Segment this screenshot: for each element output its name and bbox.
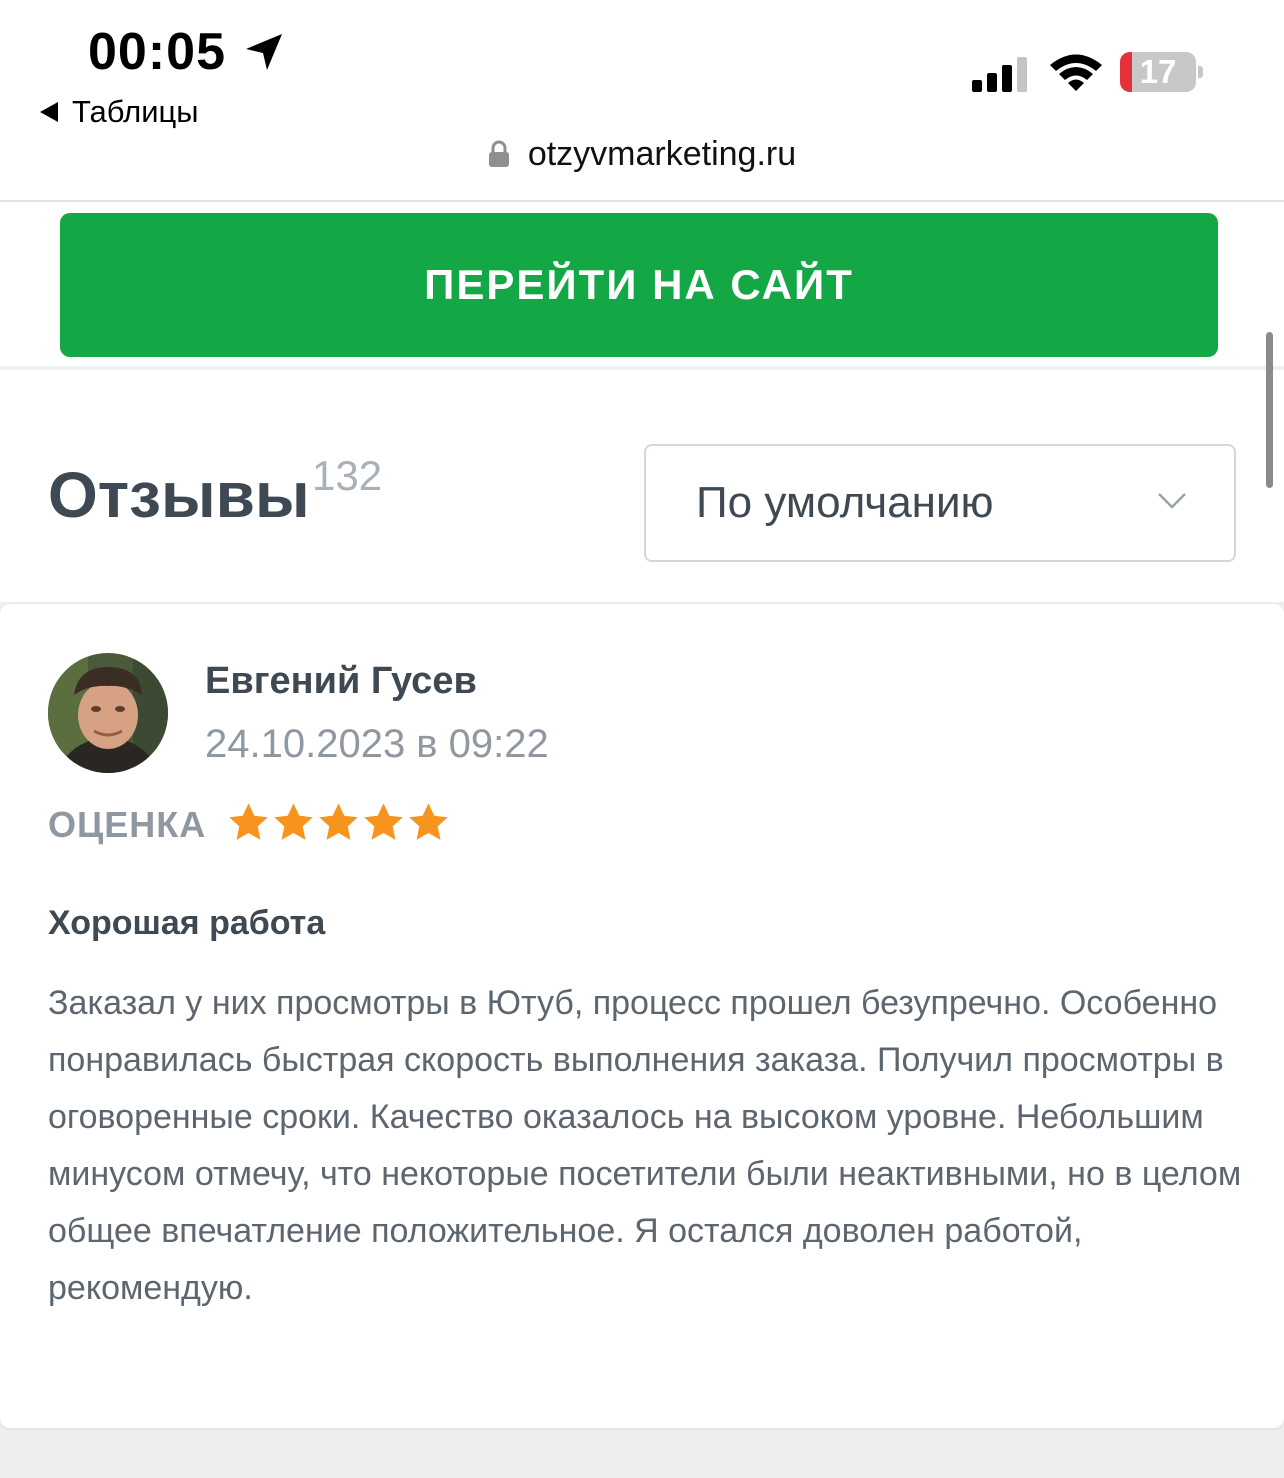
reviews-title: Отзывы — [48, 459, 310, 531]
back-to-app-button[interactable]: Таблицы — [38, 94, 199, 130]
review-date: 24.10.2023 в 09:22 — [205, 722, 549, 766]
rating-stars — [226, 800, 451, 850]
star-icon — [409, 803, 448, 840]
avatar-photo — [48, 653, 168, 773]
star-icon — [319, 803, 358, 840]
star-icon — [364, 803, 403, 840]
avatar — [48, 653, 168, 773]
header-divider — [0, 200, 1284, 202]
battery-icon: 17 — [1120, 52, 1196, 92]
address-bar[interactable]: otzyvmarketing.ru — [0, 128, 1284, 180]
url-text: otzyvmarketing.ru — [527, 134, 797, 173]
battery-cap — [1198, 66, 1203, 78]
wifi-icon — [1050, 54, 1102, 91]
rating-label: ОЦЕНКА — [48, 804, 207, 845]
sort-selected-value: По умолчанию — [696, 478, 994, 527]
scrollbar[interactable] — [1266, 332, 1273, 488]
back-triangle-icon — [40, 102, 58, 122]
star-icon — [274, 803, 313, 840]
lock-icon — [488, 140, 509, 167]
status-bar: 00:05 Таблицы 17 — [0, 0, 1284, 135]
star-icon — [229, 803, 268, 840]
review-title: Хорошая работа — [48, 904, 326, 942]
back-app-label: Таблицы — [72, 94, 199, 129]
review-text: Заказал у них просмотры в Ютуб, процесс … — [48, 984, 1242, 1307]
location-arrow-icon — [246, 34, 282, 70]
signal-icon — [972, 57, 1027, 92]
reviews-count: 132 — [312, 452, 383, 499]
page: 00:05 Таблицы 17 otzyvmarketing.ru ПЕРЕЙ… — [0, 0, 1284, 1478]
section-divider — [0, 366, 1284, 370]
review-author: Евгений Гусев — [205, 660, 477, 702]
battery-percent: 17 — [1139, 53, 1177, 90]
status-time: 00:05 — [88, 23, 226, 81]
chevron-down-icon — [1158, 493, 1186, 509]
go-to-site-button[interactable]: ПЕРЕЙТИ НА САЙТ — [60, 213, 1218, 357]
sort-select[interactable]: По умолчанию — [644, 444, 1236, 562]
